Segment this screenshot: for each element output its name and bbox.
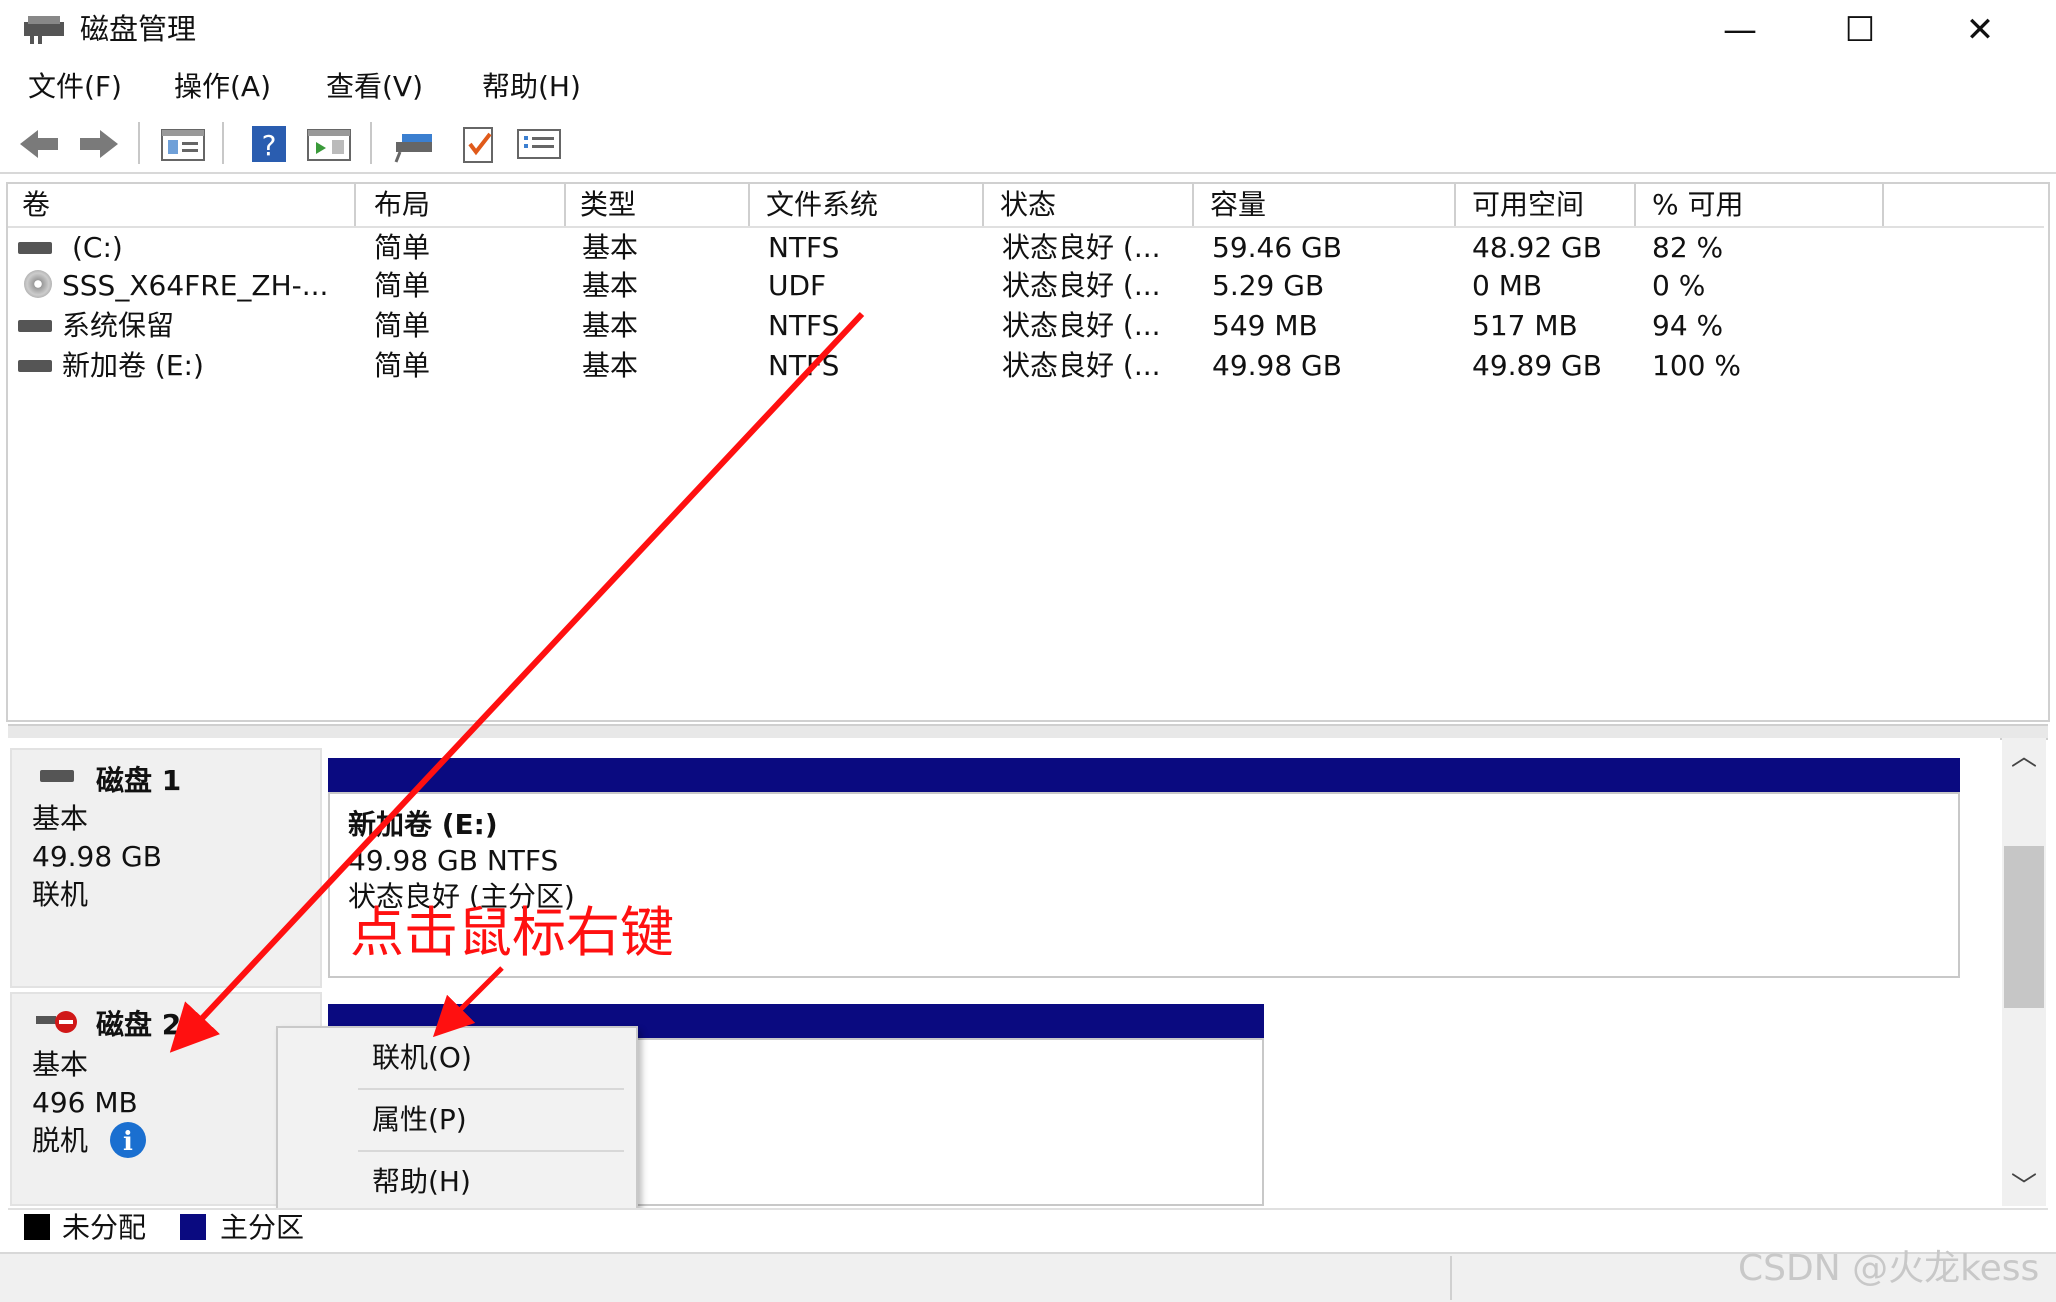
table-row-volume[interactable]: SSS_X64FRE_ZH-... — [62, 266, 328, 306]
disk-1-type: 基本 — [32, 802, 89, 835]
table-row-filesystem: NTFS — [768, 309, 840, 342]
menu-action[interactable]: 操作(A) — [174, 62, 271, 112]
disk-management-app-icon — [24, 16, 64, 44]
toolbar-separator — [222, 122, 224, 164]
table-row-status: 状态良好 (... — [1002, 349, 1161, 382]
table-row-capacity: 49.98 GB — [1212, 349, 1342, 382]
table-row-volume[interactable]: (C:) — [72, 228, 123, 268]
menu-help[interactable]: 帮助(H) — [482, 62, 581, 112]
disk-2-type: 基本 — [32, 1048, 89, 1081]
partition-e-name: 新加卷 (E:) — [348, 808, 498, 841]
table-row-type: 基本 — [582, 349, 639, 382]
column-header-free-space[interactable]: 可用空间 — [1458, 184, 1636, 226]
disk-1-name: 磁盘 1 — [96, 764, 182, 797]
context-menu-online[interactable]: 联机(O) — [278, 1028, 632, 1088]
column-header-layout[interactable]: 布局 — [360, 184, 566, 226]
properties-list-icon[interactable] — [516, 122, 562, 166]
disk-1-size: 49.98 GB — [32, 840, 162, 873]
table-row-layout: 简单 — [374, 231, 431, 264]
legend-unallocated-swatch — [24, 1214, 50, 1240]
table-row-capacity: 59.46 GB — [1212, 231, 1342, 264]
context-menu-help[interactable]: 帮助(H) — [278, 1152, 632, 1212]
svg-text:i: i — [123, 1127, 133, 1157]
table-row-percent: 94 % — [1652, 309, 1724, 342]
legend-primary-swatch — [180, 1214, 206, 1240]
table-row-layout: 简单 — [374, 349, 431, 382]
disk-2-name: 磁盘 2 — [96, 1008, 182, 1041]
table-row-status: 状态良好 (... — [1002, 269, 1161, 302]
table-row-free: 48.92 GB — [1472, 231, 1602, 264]
column-header-status[interactable]: 状态 — [986, 184, 1194, 226]
scroll-up-icon[interactable]: ︿ — [2004, 740, 2044, 774]
disk-1-state: 联机 — [32, 878, 89, 911]
action-pane-icon[interactable] — [306, 122, 352, 166]
watermark: CSDN @火龙kess — [1738, 1248, 2040, 1289]
disk-offline-icon — [36, 1011, 77, 1033]
column-header-capacity[interactable]: 容量 — [1196, 184, 1456, 226]
connect-icon[interactable] — [392, 122, 438, 166]
table-row-layout: 简单 — [374, 309, 431, 342]
table-row-capacity: 5.29 GB — [1212, 269, 1325, 302]
table-row-percent: 0 % — [1652, 269, 1706, 302]
column-header-filesystem[interactable]: 文件系统 — [752, 184, 984, 226]
status-bar-separator — [1450, 1256, 1452, 1300]
table-row-filesystem: NTFS — [768, 231, 840, 264]
table-row-type: 基本 — [582, 231, 639, 264]
volume-drive-icon — [18, 360, 52, 372]
back-arrow-icon[interactable] — [16, 122, 62, 166]
table-row-free: 517 MB — [1472, 309, 1578, 342]
disk-2-size: 496 MB — [32, 1086, 138, 1119]
svg-text:?: ? — [262, 129, 277, 162]
menu-view[interactable]: 查看(V) — [326, 62, 423, 112]
partition-color-bar — [328, 758, 1960, 792]
table-row-filesystem: NTFS — [768, 349, 840, 382]
table-row-capacity: 549 MB — [1212, 309, 1318, 342]
context-menu-properties[interactable]: 属性(P) — [278, 1090, 632, 1150]
menu-bar — [0, 62, 2056, 112]
table-row-status: 状态良好 (... — [1002, 309, 1161, 342]
column-header-type[interactable]: 类型 — [566, 184, 750, 226]
disk-icon — [40, 770, 74, 782]
table-row-type: 基本 — [582, 269, 639, 302]
menu-file[interactable]: 文件(F) — [28, 62, 122, 112]
table-row-filesystem: UDF — [768, 269, 827, 302]
console-tree-icon[interactable] — [160, 122, 206, 166]
column-header-percent-free[interactable]: % 可用 — [1638, 184, 1884, 226]
forward-arrow-icon[interactable] — [76, 122, 122, 166]
column-header-volume[interactable]: 卷 — [8, 184, 356, 226]
table-row-free: 49.89 GB — [1472, 349, 1602, 382]
table-row-volume[interactable]: 新加卷 (E:) — [62, 346, 204, 386]
minimize-button[interactable]: — — [1680, 0, 1800, 60]
toolbar-separator — [370, 122, 372, 164]
legend-primary-label: 主分区 — [220, 1211, 305, 1244]
window-title: 磁盘管理 — [80, 12, 197, 46]
disk-2-state: 脱机 — [32, 1124, 89, 1157]
cd-drive-icon — [24, 270, 52, 298]
table-row-status: 状态良好 (... — [1002, 231, 1161, 264]
maximize-button[interactable]: ☐ — [1800, 0, 1920, 60]
table-row-type: 基本 — [582, 309, 639, 342]
toolbar-separator — [138, 122, 140, 164]
volume-drive-icon — [18, 320, 52, 332]
table-row-percent: 100 % — [1652, 349, 1741, 382]
table-row-free: 0 MB — [1472, 269, 1543, 302]
table-row-volume[interactable]: 系统保留 — [62, 306, 174, 346]
close-button[interactable]: ✕ — [1920, 0, 2040, 60]
table-row-percent: 82 % — [1652, 231, 1724, 264]
scroll-down-icon[interactable]: ﹀ — [2004, 1170, 2044, 1204]
help-icon[interactable]: ? — [246, 122, 292, 166]
partition-e-detail: 49.98 GB NTFS — [348, 844, 559, 877]
info-icon[interactable]: i — [108, 1120, 148, 1160]
scroll-thumb[interactable] — [2004, 846, 2044, 1008]
volume-drive-icon — [18, 242, 52, 254]
annotation-text: 点击鼠标右键 — [350, 901, 674, 964]
table-row-layout: 简单 — [374, 269, 431, 302]
check-list-icon[interactable] — [456, 122, 502, 166]
legend-unallocated-label: 未分配 — [62, 1211, 147, 1244]
